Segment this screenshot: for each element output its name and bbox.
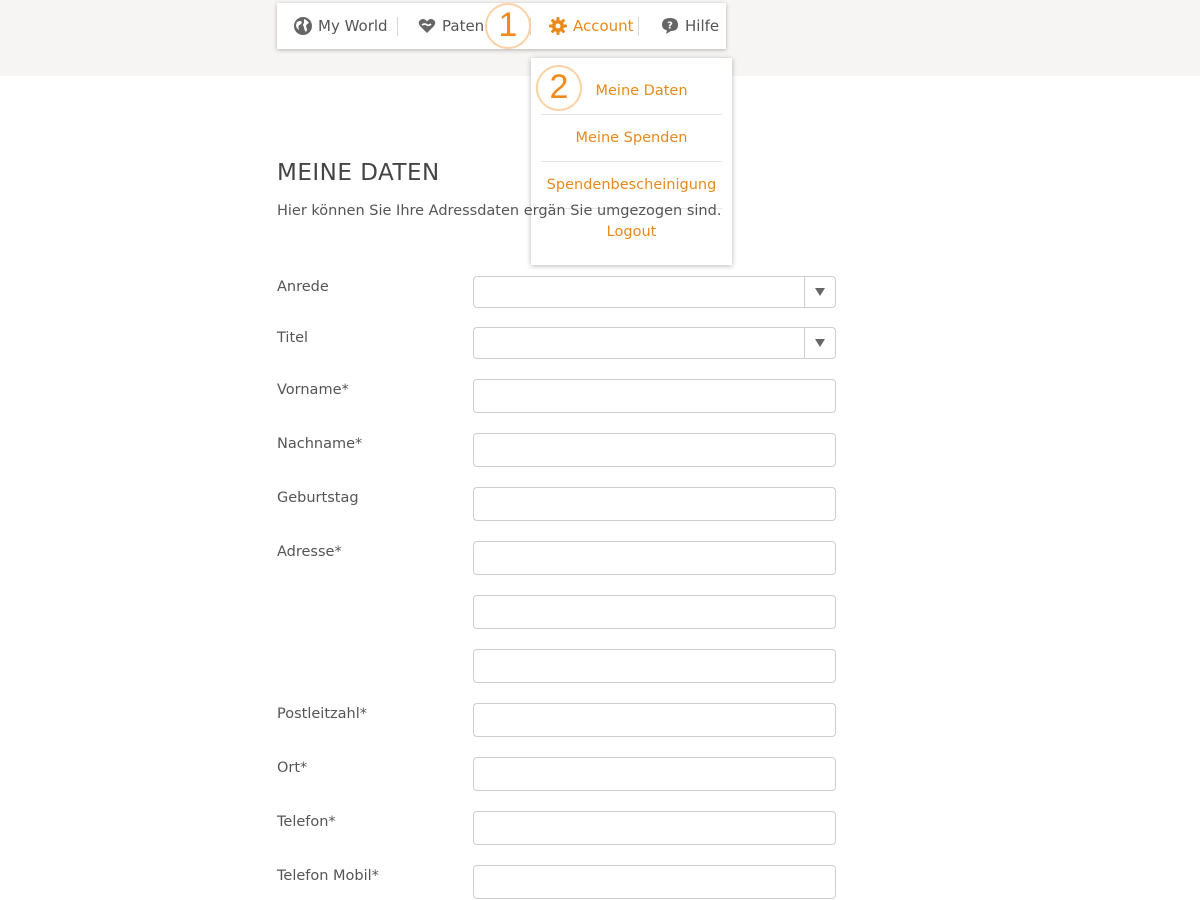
postleitzahl-input[interactable] xyxy=(473,703,836,737)
heart-hand-icon xyxy=(417,16,437,36)
adresse-line1-input[interactable] xyxy=(473,541,836,575)
geburtstag-input[interactable] xyxy=(473,487,836,521)
label-anrede: Anrede xyxy=(277,279,329,295)
nachname-input[interactable] xyxy=(473,433,836,467)
adresse-line2-input[interactable] xyxy=(473,595,836,629)
select-arrow[interactable] xyxy=(804,328,835,358)
page-title: MEINE DATEN xyxy=(277,160,440,186)
step-marker-1: 1 xyxy=(485,3,531,49)
gear-icon xyxy=(548,16,568,36)
label-postleitzahl: Postleitzahl* xyxy=(277,706,367,722)
label-vorname: Vorname* xyxy=(277,382,349,398)
anrede-select[interactable] xyxy=(473,276,836,308)
adresse-line3-input[interactable] xyxy=(473,649,836,683)
nav-divider xyxy=(397,17,398,36)
label-nachname: Nachname* xyxy=(277,436,363,452)
label-telefon: Telefon* xyxy=(277,814,336,830)
label-geburtstag: Geburtstag xyxy=(277,490,359,506)
menu-item-meine-spenden[interactable]: Meine Spenden xyxy=(541,114,722,161)
telefon-mobil-input[interactable] xyxy=(473,865,836,899)
nav-divider xyxy=(638,17,639,36)
chevron-down-icon xyxy=(815,288,825,296)
globe-icon xyxy=(293,16,313,36)
label-adresse: Adresse* xyxy=(277,544,342,560)
nav-label: My World xyxy=(318,17,388,35)
nav-label: Account xyxy=(573,17,634,35)
nav-item-my-world[interactable]: My World xyxy=(293,3,388,49)
label-ort: Ort* xyxy=(277,760,308,776)
nav-item-patenschaft[interactable]: Patenschaft xyxy=(417,3,485,49)
select-arrow[interactable] xyxy=(804,277,835,307)
label-titel: Titel xyxy=(277,330,309,346)
step-marker-2: 2 xyxy=(536,65,582,111)
nav-label: Hilfe xyxy=(685,17,720,35)
intro-text: Hier können Sie Ihre Adressdaten ergän S… xyxy=(277,203,722,219)
nav-label: Patenschaft xyxy=(442,17,485,35)
nav-item-account[interactable]: Account xyxy=(548,3,634,49)
help-bubble-icon: ? xyxy=(660,16,680,36)
ort-input[interactable] xyxy=(473,757,836,791)
vorname-input[interactable] xyxy=(473,379,836,413)
titel-select[interactable] xyxy=(473,327,836,359)
nav-item-hilfe[interactable]: ? Hilfe xyxy=(660,3,719,49)
svg-text:?: ? xyxy=(667,21,673,32)
chevron-down-icon xyxy=(815,339,825,347)
label-telefon-mobil: Telefon Mobil* xyxy=(277,868,379,884)
telefon-input[interactable] xyxy=(473,811,836,845)
